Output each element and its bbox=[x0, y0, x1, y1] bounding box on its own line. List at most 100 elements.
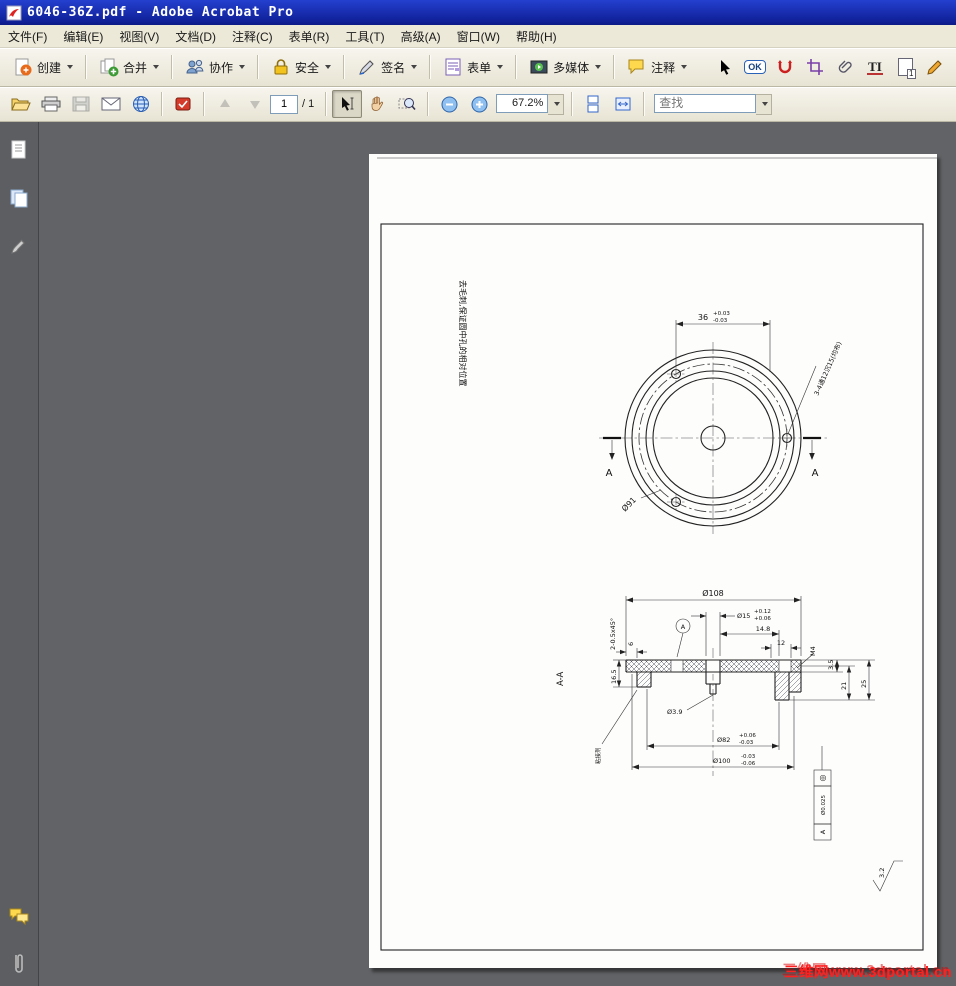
drawing-frame bbox=[377, 157, 937, 951]
toolbar-separator bbox=[85, 55, 88, 79]
signatures-panel-button[interactable] bbox=[5, 232, 33, 260]
section-a-left: A bbox=[606, 468, 613, 479]
next-page-button[interactable] bbox=[240, 90, 270, 118]
titlebar: 6046-36Z.pdf - Adobe Acrobat Pro bbox=[0, 0, 956, 25]
zoom-dropdown-button[interactable] bbox=[548, 93, 565, 115]
document-canvas[interactable]: 去毛刺,保证圆中孔的相对位置 36 +0.03 -0.03 3-4通12沉15(… bbox=[39, 122, 956, 986]
dim-21: 21 bbox=[840, 682, 848, 690]
single-page-button[interactable]: 1 bbox=[890, 53, 920, 81]
menu-forms[interactable]: 表单(R) bbox=[281, 26, 338, 47]
toolbar-separator bbox=[613, 55, 616, 79]
print-button[interactable] bbox=[36, 90, 66, 118]
zoom-level-value[interactable]: 67.2% bbox=[496, 93, 549, 113]
zoom-out-icon bbox=[441, 96, 458, 113]
menu-window[interactable]: 窗口(W) bbox=[449, 26, 508, 47]
menu-document[interactable]: 文档(D) bbox=[167, 26, 224, 47]
form-edit-button[interactable] bbox=[920, 53, 950, 81]
toolbar-separator bbox=[515, 55, 518, 79]
comment-button[interactable]: 注释 bbox=[620, 53, 694, 81]
toolbar-separator bbox=[429, 55, 432, 79]
fit-width-button[interactable] bbox=[608, 90, 638, 118]
file-toolbar: / 1 67.2% bbox=[0, 87, 956, 122]
signature-pen-icon bbox=[9, 235, 29, 257]
review-check-icon bbox=[174, 95, 192, 113]
pdf-page[interactable]: 去毛刺,保证圆中孔的相对位置 36 +0.03 -0.03 3-4通12沉15(… bbox=[369, 154, 937, 968]
dim-dia15: Ø15 bbox=[737, 612, 750, 620]
hole-callout: 3-4通12沉15(均布) bbox=[812, 340, 844, 397]
toolbar-separator bbox=[171, 55, 174, 79]
toolbar-separator bbox=[161, 92, 163, 116]
page-number-input[interactable] bbox=[270, 94, 298, 114]
select-tool-button[interactable] bbox=[332, 90, 363, 118]
web-capture-button[interactable] bbox=[126, 90, 156, 118]
hand-tool-button[interactable] bbox=[362, 90, 392, 118]
dim-3-5: 3.5 bbox=[827, 660, 835, 670]
sign-label: 签名 bbox=[381, 60, 406, 75]
review-loop-button[interactable] bbox=[770, 53, 800, 81]
cursor-tool-button[interactable] bbox=[710, 53, 740, 81]
save-disk-icon bbox=[72, 96, 90, 112]
pages-panel-button[interactable] bbox=[5, 136, 33, 164]
menu-edit[interactable]: 编辑(E) bbox=[55, 26, 111, 47]
page-count-label: / 1 bbox=[302, 98, 315, 110]
menu-file[interactable]: 文件(F) bbox=[0, 26, 55, 47]
glue-note: 粘接剂 bbox=[594, 747, 602, 764]
dim-dia100: Ø100 bbox=[713, 757, 731, 765]
menu-tools[interactable]: 工具(T) bbox=[337, 26, 392, 47]
save-button[interactable] bbox=[66, 90, 96, 118]
watermark: 三维网www.3dportal.cn bbox=[784, 965, 952, 981]
menu-help[interactable]: 帮助(H) bbox=[508, 26, 565, 47]
menu-advanced[interactable]: 高级(A) bbox=[393, 26, 449, 47]
forms-label: 表单 bbox=[467, 60, 492, 75]
zoom-marquee-button[interactable] bbox=[392, 90, 422, 118]
layers-panel-icon bbox=[9, 187, 29, 209]
combine-button[interactable]: 合并 bbox=[92, 53, 166, 81]
scrolling-pages-button[interactable] bbox=[578, 90, 608, 118]
comment-label: 注释 bbox=[651, 60, 676, 75]
fcf-datum: A bbox=[819, 829, 827, 834]
attach-tool-button[interactable] bbox=[830, 53, 860, 81]
find-control bbox=[654, 93, 773, 115]
envelope-icon bbox=[101, 97, 121, 111]
menu-view[interactable]: 视图(V) bbox=[111, 26, 167, 47]
zoom-in-button[interactable] bbox=[464, 90, 494, 118]
cursor-arrow-icon bbox=[716, 58, 734, 76]
toolbar-separator bbox=[203, 92, 205, 116]
pen-icon bbox=[357, 57, 377, 77]
secure-button[interactable]: 安全 bbox=[264, 53, 338, 81]
open-button[interactable] bbox=[6, 90, 36, 118]
collaborate-button[interactable]: 协作 bbox=[178, 53, 252, 81]
engineering-drawing: 去毛刺,保证圆中孔的相对位置 36 +0.03 -0.03 3-4通12沉15(… bbox=[377, 157, 937, 951]
toolbar-separator bbox=[257, 55, 260, 79]
review-loop-icon bbox=[776, 58, 794, 76]
comments-panel-button[interactable] bbox=[5, 902, 33, 930]
dim-chamfer: 2-0.5x45° bbox=[609, 618, 617, 650]
create-button[interactable]: 创建 bbox=[6, 53, 80, 81]
attachments-panel-button[interactable] bbox=[5, 950, 33, 978]
sign-button[interactable]: 签名 bbox=[350, 53, 424, 81]
menu-comments[interactable]: 注释(C) bbox=[224, 26, 281, 47]
layers-panel-button[interactable] bbox=[5, 184, 33, 212]
section-view: A-A Ø108 2-0.5x45° 6 A Ø15 +0.12 +0.06 1… bbox=[556, 588, 903, 892]
multimedia-button[interactable]: 多媒体 bbox=[522, 53, 608, 81]
acrobat-window: 6046-36Z.pdf - Adobe Acrobat Pro 文件(F) 编… bbox=[0, 0, 956, 986]
zoom-out-button[interactable] bbox=[434, 90, 464, 118]
text-edits-button[interactable]: TI bbox=[860, 53, 890, 81]
forms-button[interactable]: 表单 bbox=[436, 53, 510, 81]
globe-icon bbox=[132, 95, 150, 113]
previous-page-button[interactable] bbox=[210, 90, 240, 118]
review-tracker-button[interactable] bbox=[168, 90, 198, 118]
find-input[interactable] bbox=[654, 93, 757, 113]
email-button[interactable] bbox=[96, 90, 126, 118]
top-view: 36 +0.03 -0.03 3-4通12沉15(均布) Ø91 A A bbox=[599, 311, 844, 534]
dim-dia100-lower: -0.06 bbox=[741, 761, 756, 767]
hand-icon bbox=[368, 95, 386, 113]
dim-36-lower: -0.03 bbox=[713, 318, 728, 324]
ok-stamp-tool-button[interactable]: OK bbox=[740, 53, 770, 81]
dim-16-5: 16.5 bbox=[610, 670, 618, 684]
find-dropdown-button[interactable] bbox=[756, 93, 773, 115]
crop-tool-button[interactable] bbox=[800, 53, 830, 81]
zoom-in-icon bbox=[471, 96, 488, 113]
ok-stamp-icon: OK bbox=[744, 60, 766, 74]
toolbar-separator bbox=[343, 55, 346, 79]
